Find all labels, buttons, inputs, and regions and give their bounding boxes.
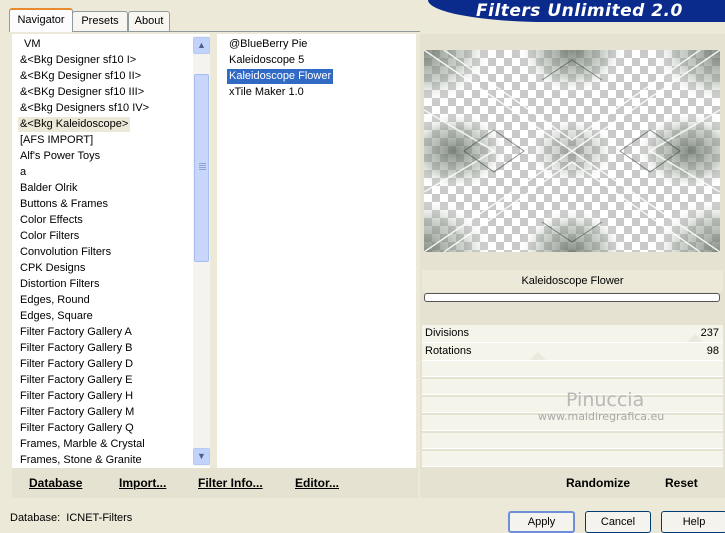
tab-presets[interactable]: Presets bbox=[72, 11, 128, 31]
category-item[interactable]: Convolution Filters bbox=[18, 245, 113, 260]
progress-bar bbox=[424, 293, 720, 302]
slider-marker[interactable] bbox=[687, 334, 703, 342]
preview-image bbox=[424, 50, 720, 252]
banner: Filters Unlimited 2.0 bbox=[428, 0, 725, 22]
reset-button[interactable]: Reset bbox=[665, 476, 698, 491]
tab-about[interactable]: About bbox=[128, 11, 170, 31]
editor-button[interactable]: Editor... bbox=[295, 476, 339, 491]
database-button[interactable]: Database bbox=[29, 476, 82, 491]
scroll-down-icon[interactable]: ▼ bbox=[193, 448, 210, 465]
category-item[interactable]: a bbox=[18, 165, 28, 180]
category-scrollbar[interactable]: ▲ ▼ bbox=[193, 36, 210, 466]
filter-list[interactable]: @BlueBerry Pie Kaleidoscope 5 Kaleidoscope… bbox=[217, 34, 416, 468]
category-item[interactable]: CPK Designs bbox=[18, 261, 87, 276]
category-item[interactable]: Frames, Marble & Crystal bbox=[18, 437, 147, 452]
category-item[interactable]: Edges, Round bbox=[18, 293, 92, 308]
tab-navigator[interactable]: Navigator bbox=[9, 8, 73, 32]
empty-param-row bbox=[422, 433, 723, 449]
filter-item[interactable]: Kaleidoscope Flower bbox=[225, 68, 335, 85]
category-item[interactable]: Filter Factory Gallery D bbox=[18, 357, 135, 372]
param-value: 98 bbox=[706, 345, 719, 357]
category-item[interactable]: &<BKg Designer sf10 III> bbox=[18, 85, 146, 100]
category-item[interactable]: VM bbox=[22, 37, 43, 52]
category-item[interactable]: Filter Factory Gallery B bbox=[18, 341, 134, 356]
preview-filter-name: Kaleidoscope Flower bbox=[422, 270, 723, 292]
category-item[interactable]: Buttons & Frames bbox=[18, 197, 110, 212]
apply-button[interactable]: Apply bbox=[508, 511, 575, 533]
category-list[interactable]: VM &<Bkg Designer sf10 I> &<BKg Designer s… bbox=[12, 34, 210, 468]
category-item[interactable]: Color Effects bbox=[18, 213, 85, 228]
param-value: 237 bbox=[700, 327, 719, 339]
status-database: Database: ICNET-Filters bbox=[10, 512, 133, 524]
empty-param-row bbox=[422, 451, 723, 467]
category-item[interactable]: &<Bkg Designer sf10 I> bbox=[18, 53, 138, 68]
filter-item[interactable]: @BlueBerry Pie bbox=[227, 37, 309, 52]
category-item[interactable]: Filter Factory Gallery H bbox=[18, 389, 135, 404]
category-item[interactable]: Edges, Square bbox=[18, 309, 95, 324]
category-item[interactable]: &<Bkg Kaleidoscope> bbox=[18, 117, 131, 132]
category-item[interactable]: Frames, Stone & Granite bbox=[18, 453, 144, 468]
scroll-up-icon[interactable]: ▲ bbox=[193, 37, 210, 54]
category-item[interactable]: Alf's Power Toys bbox=[18, 149, 102, 164]
cancel-button[interactable]: Cancel bbox=[585, 511, 651, 533]
param-rotations[interactable]: Rotations 98 bbox=[422, 343, 723, 361]
param-label: Rotations bbox=[425, 345, 472, 357]
category-item[interactable]: Filter Factory Gallery E bbox=[18, 373, 134, 388]
param-divisions[interactable]: Divisions 237 bbox=[422, 325, 723, 343]
help-button[interactable]: Help bbox=[661, 511, 725, 533]
category-item[interactable]: &<BKg Designer sf10 II> bbox=[18, 69, 143, 84]
filter-item[interactable]: xTile Maker 1.0 bbox=[227, 85, 306, 100]
category-item[interactable]: Color Filters bbox=[18, 229, 81, 244]
kaleidoscope-pattern bbox=[424, 50, 720, 252]
category-item[interactable]: &<Bkg Designers sf10 IV> bbox=[18, 101, 151, 116]
category-item[interactable]: Balder Olrik bbox=[18, 181, 79, 196]
category-item[interactable]: Filter Factory Gallery Q bbox=[18, 421, 136, 436]
watermark-name: Pinuccia bbox=[566, 389, 645, 411]
category-item[interactable]: Distortion Filters bbox=[18, 277, 101, 292]
banner-title: Filters Unlimited 2.0 bbox=[476, 1, 683, 21]
scroll-thumb[interactable] bbox=[194, 74, 209, 262]
watermark-site: www.maidiregrafica.eu bbox=[538, 410, 665, 423]
param-label: Divisions bbox=[425, 327, 470, 339]
empty-param-row bbox=[422, 361, 723, 377]
category-item[interactable]: Filter Factory Gallery A bbox=[18, 325, 134, 340]
category-item[interactable]: [AFS IMPORT] bbox=[18, 133, 95, 148]
category-item[interactable]: Filter Factory Gallery M bbox=[18, 405, 136, 420]
randomize-button[interactable]: Randomize bbox=[566, 476, 630, 491]
filter-info-button[interactable]: Filter Info... bbox=[198, 476, 263, 491]
filter-item[interactable]: Kaleidoscope 5 bbox=[227, 53, 306, 68]
slider-marker[interactable] bbox=[530, 352, 546, 360]
import-button[interactable]: Import... bbox=[119, 476, 166, 491]
